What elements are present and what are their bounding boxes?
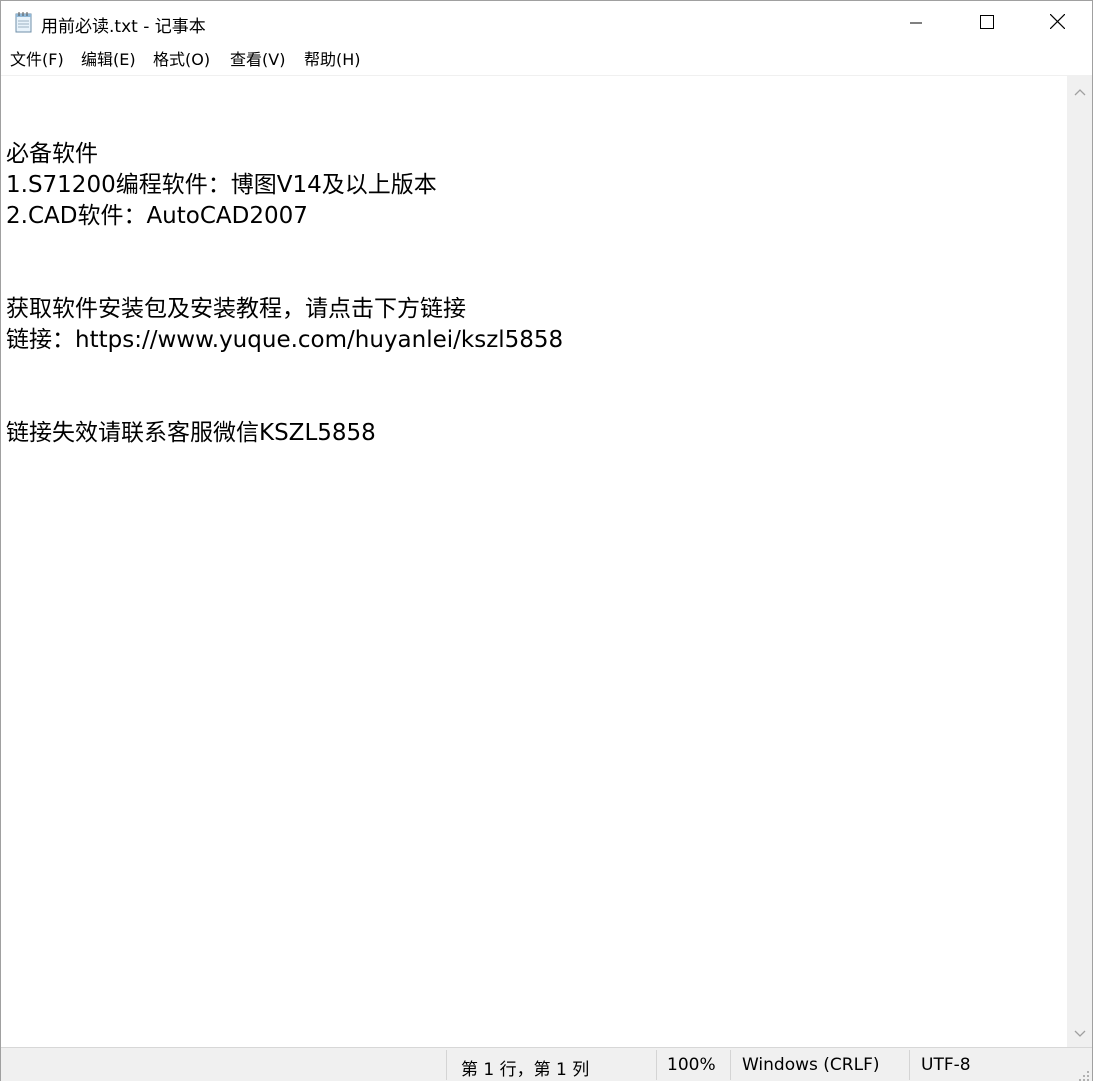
- minimize-button[interactable]: [881, 1, 951, 45]
- vertical-scrollbar[interactable]: [1067, 76, 1092, 1047]
- status-divider: [909, 1050, 910, 1080]
- window-title: 用前必读.txt - 记事本: [41, 17, 206, 37]
- menu-view[interactable]: 查看(V): [229, 49, 286, 71]
- status-divider: [730, 1050, 731, 1080]
- status-cursor-position: 第 1 行，第 1 列: [461, 1060, 590, 1080]
- text-editor[interactable]: 必备软件 1.S71200编程软件：博图V14及以上版本 2.CAD软件：Aut…: [1, 76, 1067, 1047]
- scroll-down-button[interactable]: [1067, 1020, 1092, 1045]
- chevron-up-icon: [1074, 81, 1086, 100]
- title-bar[interactable]: 用前必读.txt - 记事本: [1, 1, 1092, 45]
- minimize-icon: [910, 14, 922, 33]
- menu-help[interactable]: 帮助(H): [303, 49, 362, 71]
- scroll-up-button[interactable]: [1067, 78, 1092, 103]
- menu-edit[interactable]: 编辑(E): [80, 49, 137, 71]
- maximize-button[interactable]: [952, 1, 1022, 45]
- status-divider: [446, 1050, 447, 1080]
- text-line: 1.S71200编程软件：博图V14及以上版本: [6, 172, 437, 198]
- maximize-icon: [980, 14, 994, 33]
- close-button[interactable]: [1022, 1, 1092, 45]
- status-line-ending: Windows (CRLF): [742, 1055, 880, 1075]
- menu-file[interactable]: 文件(F): [9, 49, 65, 71]
- menu-bar: 文件(F) 编辑(E) 格式(O) 查看(V) 帮助(H): [1, 45, 1092, 76]
- text-line: 必备软件: [6, 141, 98, 167]
- notepad-window: 用前必读.txt - 记事本 文件(F) 编辑(E) 格式(O) 查看(V) 帮…: [0, 0, 1093, 1081]
- status-zoom: 100%: [667, 1055, 716, 1075]
- resize-grip-icon[interactable]: [1078, 1067, 1090, 1081]
- status-divider: [656, 1050, 657, 1080]
- status-bar: 第 1 行，第 1 列 100% Windows (CRLF) UTF-8: [1, 1047, 1092, 1081]
- text-line: 2.CAD软件：AutoCAD2007: [6, 203, 308, 229]
- status-encoding: UTF-8: [921, 1055, 971, 1075]
- chevron-down-icon: [1074, 1023, 1086, 1042]
- close-icon: [1049, 13, 1065, 33]
- text-line: 链接失效请联系客服微信KSZL5858: [6, 420, 376, 446]
- menu-format[interactable]: 格式(O): [152, 49, 211, 71]
- text-line: 链接：https://www.yuque.com/huyanlei/kszl58…: [6, 327, 564, 353]
- text-line: 获取软件安装包及安装教程，请点击下方链接: [6, 296, 466, 322]
- notepad-icon[interactable]: [14, 11, 34, 33]
